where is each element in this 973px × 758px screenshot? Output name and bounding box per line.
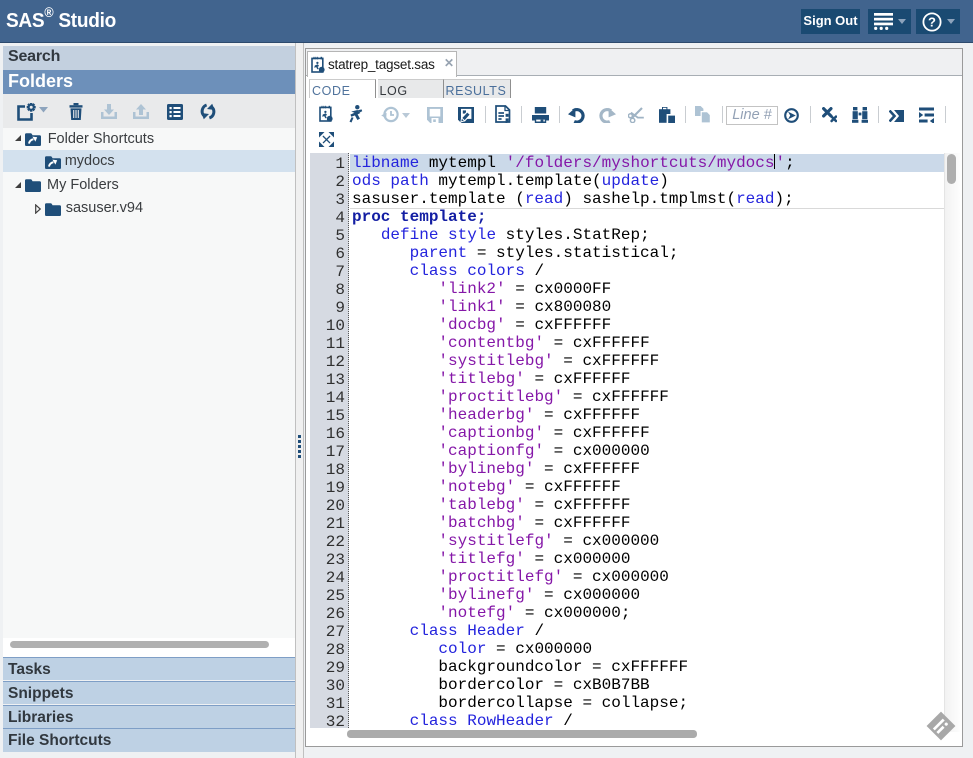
svg-text:?: ? (928, 14, 936, 29)
